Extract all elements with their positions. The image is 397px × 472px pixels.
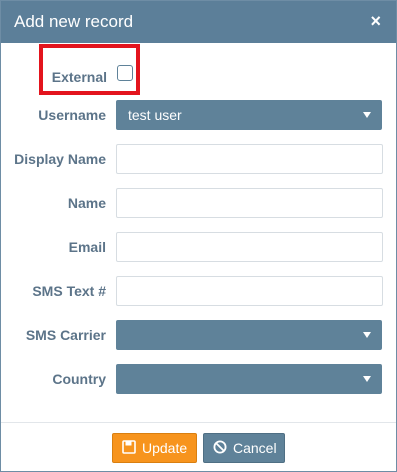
cancel-button[interactable]: Cancel xyxy=(203,433,285,463)
username-select[interactable]: test user xyxy=(116,100,382,130)
sms-text-field[interactable] xyxy=(116,276,383,306)
country-row: Country xyxy=(1,364,396,394)
chevron-down-icon xyxy=(363,332,371,338)
add-record-dialog: Add new record × External Username test … xyxy=(0,0,397,472)
update-button[interactable]: Update xyxy=(112,433,197,463)
sms-carrier-label: SMS Carrier xyxy=(25,327,106,343)
update-label: Update xyxy=(142,440,188,456)
name-field[interactable] xyxy=(116,188,383,218)
cancel-label: Cancel xyxy=(233,440,277,456)
save-icon xyxy=(122,440,136,457)
sms-text-label: SMS Text # xyxy=(32,283,106,299)
email-row: Email xyxy=(1,232,396,262)
display-name-field[interactable] xyxy=(116,144,383,174)
username-value: test user xyxy=(128,107,182,123)
dialog-title: Add new record xyxy=(14,12,134,31)
sms-text-row: SMS Text # xyxy=(1,276,396,306)
email-field[interactable] xyxy=(116,232,383,262)
username-label: Username xyxy=(38,107,106,123)
close-icon[interactable]: × xyxy=(370,11,381,32)
footer-divider xyxy=(1,422,396,423)
name-row: Name xyxy=(1,188,396,218)
name-label: Name xyxy=(67,195,106,211)
display-name-label: Display Name xyxy=(14,151,106,167)
dialog-titlebar: Add new record × xyxy=(1,1,396,43)
email-label: Email xyxy=(68,239,106,255)
chevron-down-icon xyxy=(363,376,371,382)
country-select[interactable] xyxy=(116,364,382,394)
username-row: Username test user xyxy=(1,100,396,130)
cancel-icon xyxy=(213,440,227,457)
country-label: Country xyxy=(52,371,106,387)
chevron-down-icon xyxy=(363,112,371,118)
display-name-row: Display Name xyxy=(1,144,396,174)
sms-carrier-select[interactable] xyxy=(116,320,382,350)
sms-carrier-row: SMS Carrier xyxy=(1,320,396,350)
highlight-box xyxy=(39,44,140,95)
